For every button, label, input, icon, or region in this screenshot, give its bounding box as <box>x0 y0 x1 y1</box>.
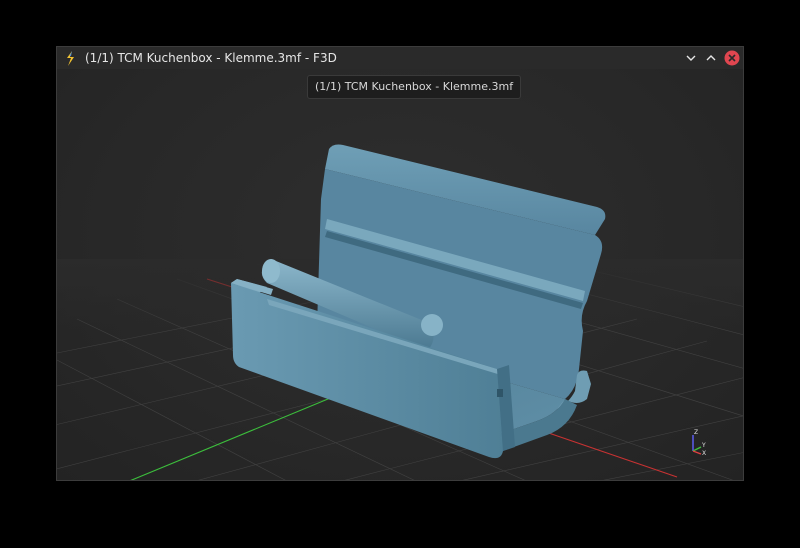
filename-tooltip: (1/1) TCM Kuchenbox - Klemme.3mf <box>307 75 522 99</box>
3d-model <box>231 144 606 459</box>
axis-label-y: Y <box>701 442 706 449</box>
orientation-axes-widget: Z Y X <box>692 429 706 457</box>
minimize-button[interactable] <box>683 50 699 66</box>
axis-label-z: Z <box>694 429 698 436</box>
title-bar[interactable]: (1/1) TCM Kuchenbox - Klemme.3mf - F3D <box>57 47 743 69</box>
window-title: (1/1) TCM Kuchenbox - Klemme.3mf - F3D <box>85 51 337 65</box>
close-icon <box>724 50 740 66</box>
maximize-icon <box>706 55 716 61</box>
close-button[interactable] <box>724 50 740 66</box>
3d-viewport[interactable]: (1/1) TCM Kuchenbox - Klemme.3mf Z Y X <box>57 69 743 480</box>
scene-canvas[interactable] <box>57 69 743 480</box>
app-window: (1/1) TCM Kuchenbox - Klemme.3mf - F3D (… <box>56 46 744 481</box>
minimize-icon <box>686 55 696 61</box>
maximize-button[interactable] <box>703 50 719 66</box>
grid-z-axis-line <box>130 386 358 480</box>
f3d-logo-icon <box>63 50 77 67</box>
axis-label-x: X <box>702 450 706 457</box>
